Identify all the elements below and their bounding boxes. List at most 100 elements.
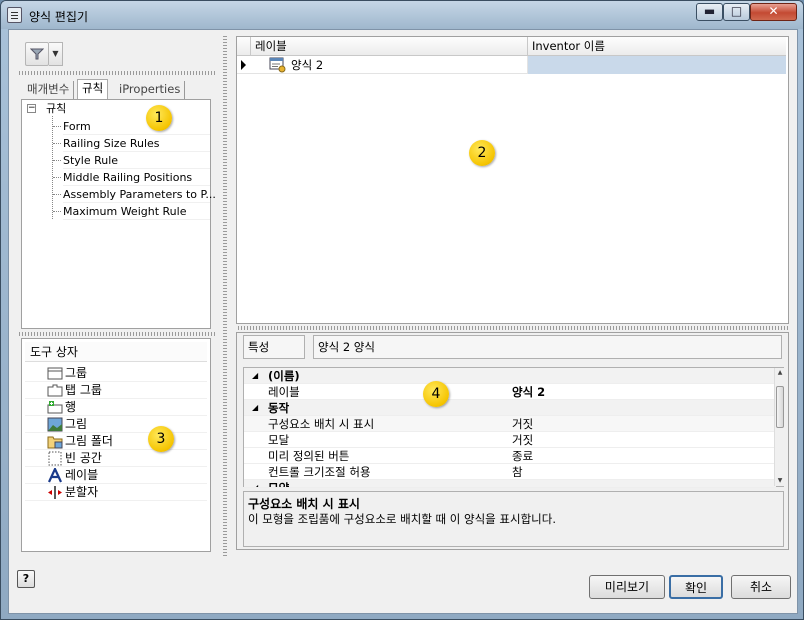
grid-header-row: 레이블 Inventor 이름	[237, 37, 786, 56]
empty-space-icon	[48, 451, 62, 466]
left-horizontal-splitter[interactable]	[19, 332, 215, 336]
vertical-splitter[interactable]	[223, 36, 227, 558]
property-description-box: 구성요소 배치 시 표시 이 모형을 조립품에 구성요소로 배치할 때 이 양식…	[243, 491, 784, 547]
property-description-text: 이 모형을 조립품에 구성요소로 배치할 때 이 양식을 표시합니다.	[248, 512, 556, 526]
grid-row[interactable]: 양식 2	[237, 56, 786, 74]
prop-row-modal[interactable]: 모달 거짓	[244, 432, 776, 448]
filter-button[interactable]	[25, 42, 49, 66]
cancel-button[interactable]: 취소	[731, 575, 791, 599]
properties-caption: 특성	[243, 335, 305, 359]
toolbox-item-label: 분할자	[65, 485, 99, 499]
toolbox-header: 도구 상자	[25, 342, 207, 362]
collapse-caret-icon[interactable]: ◢	[252, 480, 258, 487]
toolbox-panel: 도구 상자 그룹 탭 그룹 행 그림 그림 폴더 빈 공간 레이블 분할자 3	[21, 338, 211, 552]
splitter-icon	[48, 486, 62, 499]
prop-row-predefined-buttons[interactable]: 미리 정의된 버튼 종료	[244, 448, 776, 464]
grid-cell-inventor-name[interactable]	[528, 56, 786, 74]
toolbox-item-group[interactable]: 그룹	[25, 365, 207, 382]
app-icon	[7, 7, 22, 23]
prop-row-label[interactable]: 레이블 양식 2	[244, 384, 776, 400]
tree-item-maximum-weight-rule[interactable]: Maximum Weight Rule	[63, 203, 210, 220]
prop-category-name[interactable]: ◢ (이름)	[244, 368, 776, 384]
grid-cell-label[interactable]: 양식 2	[251, 56, 528, 74]
grid-column-label[interactable]: 레이블	[251, 37, 528, 56]
toolbox-item-row[interactable]: 행	[25, 399, 207, 416]
scroll-up-arrow-icon[interactable]: ▲	[775, 368, 785, 378]
label-icon	[48, 468, 62, 483]
minimize-button[interactable]: ▬	[696, 3, 723, 21]
toolbox-item-label-text: 레이블	[65, 468, 99, 482]
prop-value[interactable]: 거짓	[512, 432, 533, 448]
window-title: 양식 편집기	[29, 10, 89, 24]
tree-connector	[53, 143, 61, 144]
tree-item-assembly-parameters[interactable]: Assembly Parameters to P...	[63, 186, 216, 203]
property-grid: ◢ (이름) 레이블 양식 2 ◢ 동작 구성요소 배치 시 표시 거짓 모달 거짓 미리…	[243, 367, 784, 488]
tab-iproperties[interactable]: iProperties	[115, 81, 186, 99]
toolbox-item-picture[interactable]: 그림	[25, 416, 207, 433]
callout-badge-4: 4	[423, 381, 449, 407]
tab-rules[interactable]: 규칙	[77, 79, 109, 99]
prop-name: 컨트롤 크기조절 허용	[268, 465, 371, 479]
tree-item-style-rule[interactable]: Style Rule	[63, 152, 210, 169]
filter-icon	[30, 48, 44, 60]
tree-connector	[53, 211, 61, 212]
toolbox-item-picture-folder[interactable]: 그림 폴더	[25, 433, 207, 450]
scroll-down-arrow-icon[interactable]: ▼	[775, 476, 785, 486]
title-bar[interactable]: 양식 편집기 ▬ □ ✕	[1, 1, 803, 29]
prop-value[interactable]: 참	[512, 464, 523, 480]
grid-cell-label-text: 양식 2	[291, 58, 324, 72]
grid-row-header-corner	[237, 37, 251, 56]
tree-connector	[53, 160, 61, 161]
scroll-thumb[interactable]	[776, 386, 784, 428]
collapse-caret-icon[interactable]: ◢	[252, 368, 258, 384]
property-description-title: 구성요소 배치 시 표시	[248, 497, 360, 511]
tab-parameters[interactable]: 매개변수	[23, 81, 75, 99]
toolbox-item-label: 탭 그룹	[65, 383, 102, 397]
toolbox-item-label[interactable]: 레이블	[25, 467, 207, 484]
maximize-button[interactable]: □	[723, 3, 750, 21]
group-icon	[47, 367, 63, 380]
tab-group-icon	[47, 384, 63, 397]
prop-name: 미리 정의된 버튼	[268, 449, 350, 463]
callout-badge-3: 3	[148, 426, 174, 452]
tree-item-railing-size-rules[interactable]: Railing Size Rules	[63, 135, 210, 152]
tree-root-rules[interactable]: 규칙	[46, 100, 66, 117]
property-grid-scrollbar[interactable]: ▲ ▼	[774, 368, 784, 486]
prop-category-behavior[interactable]: ◢ 동작	[244, 400, 776, 416]
toolbox-item-label: 그룹	[65, 366, 88, 380]
tree-item-form[interactable]: Form	[63, 118, 210, 135]
help-button[interactable]: ?	[17, 570, 35, 588]
prop-name: 구성요소 배치 시 표시	[268, 417, 375, 431]
callout-badge-2: 2	[469, 140, 495, 166]
prop-value[interactable]: 종료	[512, 448, 533, 464]
tree-collapse-toggle[interactable]: −	[27, 104, 36, 113]
toolbox-item-label: 행	[65, 400, 77, 414]
left-top-separator	[19, 71, 215, 75]
toolbox-item-empty-space[interactable]: 빈 공간	[25, 450, 207, 467]
picture-folder-icon	[47, 436, 63, 449]
toolbox-list: 그룹 탭 그룹 행 그림 그림 폴더 빈 공간 레이블 분할자	[25, 365, 207, 550]
prop-value[interactable]: 양식 2	[512, 384, 545, 400]
grid-column-inventor-name[interactable]: Inventor 이름	[528, 37, 786, 56]
toolbox-item-tab-group[interactable]: 탭 그룹	[25, 382, 207, 399]
close-button[interactable]: ✕	[750, 3, 797, 21]
rules-tree-panel: − 규칙 Form Railing Size Rules Style Rule …	[21, 99, 216, 329]
prop-category-label: (이름)	[268, 369, 300, 383]
ok-button[interactable]: 확인	[669, 575, 723, 599]
toolbox-item-label: 그림	[65, 417, 88, 431]
properties-object-selector[interactable]: 양식 2 양식	[313, 335, 782, 359]
filter-dropdown-button[interactable]: ▼	[49, 42, 63, 66]
prop-category-appearance[interactable]: ◢ 모양	[244, 480, 776, 488]
dialog-client-area: ▼ 매개변수 규칙 iProperties − 규칙 Form Railing …	[8, 29, 798, 614]
preview-button[interactable]: 미리보기	[589, 575, 665, 599]
right-horizontal-splitter[interactable]	[238, 326, 789, 330]
collapse-caret-icon[interactable]: ◢	[252, 400, 258, 416]
toolbox-item-splitter[interactable]: 분할자	[25, 484, 207, 501]
tree-item-middle-railing-positions[interactable]: Middle Railing Positions	[63, 169, 210, 186]
tree-guide-line	[52, 116, 53, 219]
prop-value[interactable]: 거짓	[512, 416, 533, 432]
prop-name: 레이블	[268, 385, 300, 399]
prop-row-show-on-place[interactable]: 구성요소 배치 시 표시 거짓	[244, 416, 776, 432]
prop-name: 모달	[268, 433, 290, 447]
prop-row-allow-resize[interactable]: 컨트롤 크기조절 허용 참	[244, 464, 776, 480]
